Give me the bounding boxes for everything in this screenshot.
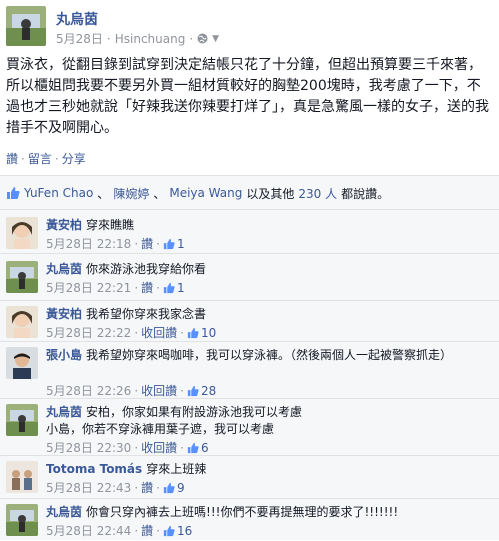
post-meta: 5月28日 · Hsinchuang · ▼ [56,30,220,47]
comment-body: 你來游泳池我穿給你看 [86,262,207,276]
comment-meta: 5月28日 22:30 · 收回讚 · 6 [46,439,209,456]
comment-meta: 5月28日 22:26 · 收回讚 · 28 [46,382,217,399]
like-link[interactable]: 讚 [6,152,18,166]
likes-summary: YuFen Chao、 陳婉婷、 Meiya Wang 以及其他 230 人都說… [6,184,389,202]
comment-unlike-link[interactable]: 收回讚 [141,439,177,456]
comment-like-count[interactable]: 9 [163,481,185,495]
comment-body: 你會只穿內褲去上班嗎!!!你們不要再提無理的要求了!!!!!!! [86,505,399,519]
commenter-avatar[interactable] [6,461,38,493]
comment-like-count[interactable]: 1 [163,237,185,251]
feedback-section: YuFen Chao、 陳婉婷、 Meiya Wang 以及其他 230 人都說… [0,175,499,540]
comment: 張小島 我希望妳穿來喝咖啡，我可以穿泳褲。（然後兩個人一起被警察抓走） 5月28日… [0,341,499,399]
comment: 黃安柏 穿來瞧瞧 5月28日 22:18 · 讚 · 1 [0,209,499,254]
comment-like-count[interactable]: 6 [187,441,209,455]
post-actions: 讚 · 留言 · 分享 [6,152,86,166]
comment-body: 安柏，你家如果有附設游泳池我可以考慮 [86,405,303,419]
comment-timestamp[interactable]: 5月28日 22:21 [46,279,131,296]
globe-icon[interactable] [197,33,208,44]
comment-text: 丸烏茵 你會只穿內褲去上班嗎!!!你們不要再提無理的要求了!!!!!!! [46,504,491,521]
post-date[interactable]: 5月28日 [56,30,103,47]
thumbs-up-icon [187,442,199,453]
comment: 丸烏茵 安柏，你家如果有附設游泳池我可以考慮 小島，你若不穿泳褲用葉子遮，我可以考… [0,398,499,456]
commenter-name[interactable]: 丸烏茵 [46,262,82,276]
author-avatar[interactable] [6,6,46,46]
comment-timestamp[interactable]: 5月28日 22:22 [46,324,131,341]
comment-timestamp[interactable]: 5月28日 22:44 [46,522,131,539]
comment: Totoma Tomás 穿來上班辣 5月28日 22:43 · 讚 · 9 [0,455,499,499]
chevron-down-icon[interactable]: ▼ [212,34,219,44]
post-location[interactable]: Hsinchuang [115,32,186,46]
commenter-avatar[interactable] [6,347,38,379]
post-header: 丸烏茵 5月28日 · Hsinchuang · ▼ [6,6,496,48]
post-body-text: 買泳衣，從翻目錄到試穿到決定結帳只花了十分鐘，但超出預算要三千來著，所以櫃姐問我… [6,57,489,136]
commenter-avatar[interactable] [6,404,38,436]
comment-meta: 5月28日 22:21 · 讚 · 1 [46,279,185,296]
thumbs-up-icon [163,482,175,493]
comment-like-count[interactable]: 28 [187,384,216,398]
comment-like-link[interactable]: 讚 [141,479,153,496]
comment-timestamp[interactable]: 5月28日 22:18 [46,235,131,252]
thumbs-up-icon [163,282,175,293]
comment-text: 張小島 我希望妳穿來喝咖啡，我可以穿泳褲。（然後兩個人一起被警察抓走） [46,347,491,364]
comment-text: 丸烏茵 你來游泳池我穿給你看 [46,261,491,278]
commenter-name[interactable]: 張小島 [46,348,82,362]
comment-link[interactable]: 留言 [28,152,52,166]
likes-others-count[interactable]: 230 人 [298,185,337,202]
comment-like-link[interactable]: 讚 [141,522,153,539]
thumbs-up-icon [187,327,199,338]
comment-like-link[interactable]: 讚 [141,279,153,296]
comment-body: 我希望你穿來我家念書 [86,307,207,321]
liker-name[interactable]: YuFen Chao [24,186,93,200]
comment-text: 黃安柏 我希望你穿來我家念書 [46,306,491,323]
likes-others-prefix: 以及其他 [246,186,295,201]
comment-body: 我希望妳穿來喝咖啡，我可以穿泳褲。（然後兩個人一起被警察抓走） [86,348,453,362]
comment-like-count[interactable]: 1 [163,281,185,295]
comment-body: 穿來瞧瞧 [86,218,135,232]
comment-text: Totoma Tomás 穿來上班辣 [46,461,491,478]
commenter-name[interactable]: 黃安柏 [46,218,82,232]
comment-meta: 5月28日 22:43 · 讚 · 9 [46,479,185,496]
commenter-avatar[interactable] [6,261,38,293]
comment: 丸烏茵 你來游泳池我穿給你看 5月28日 22:21 · 讚 · 1 [0,253,499,301]
likes-suffix: 都說讚。 [341,186,390,201]
post-author-name[interactable]: 丸烏茵 [56,9,98,29]
comment-like-count[interactable]: 16 [163,524,192,538]
liker-name[interactable]: 陳婉婷 [113,185,149,202]
commenter-avatar[interactable] [6,306,38,338]
comment-timestamp[interactable]: 5月28日 22:30 [46,439,131,456]
comment-timestamp[interactable]: 5月28日 22:26 [46,382,131,399]
comment-unlike-link[interactable]: 收回讚 [141,382,177,399]
comment-text: 丸烏茵 安柏，你家如果有附設游泳池我可以考慮 小島，你若不穿泳褲用葉子遮，我可以考… [46,404,491,438]
thumbs-up-icon [6,186,20,200]
comment-timestamp[interactable]: 5月28日 22:43 [46,479,131,496]
commenter-name[interactable]: 黃安柏 [46,307,82,321]
thumbs-up-icon [163,525,175,536]
comment-meta: 5月28日 22:18 · 讚 · 1 [46,235,185,252]
comment-meta: 5月28日 22:22 · 收回讚 · 10 [46,324,217,341]
comment: 黃安柏 我希望你穿來我家念書 5月28日 22:22 · 收回讚 · 10 [0,300,499,342]
commenter-name[interactable]: 丸烏茵 [46,505,82,519]
thumbs-up-icon [163,238,175,249]
comment-meta: 5月28日 22:44 · 讚 · 16 [46,522,193,539]
comment: 丸烏茵 你會只穿內褲去上班嗎!!!你們不要再提無理的要求了!!!!!!! 5月28… [0,498,499,541]
comment-body: 小島，你若不穿泳褲用葉子遮，我可以考慮 [46,422,275,436]
commenter-name[interactable]: 丸烏茵 [46,405,82,419]
share-link[interactable]: 分享 [62,152,86,166]
commenter-name[interactable]: Totoma Tomás [46,462,142,476]
comment-like-count[interactable]: 10 [187,326,216,340]
comment-body: 穿來上班辣 [146,462,207,476]
comment-unlike-link[interactable]: 收回讚 [141,324,177,341]
liker-name[interactable]: Meiya Wang [169,186,242,200]
comment-like-link[interactable]: 讚 [141,235,153,252]
thumbs-up-icon [187,385,199,396]
commenter-avatar[interactable] [6,504,38,536]
comment-text: 黃安柏 穿來瞧瞧 [46,217,491,234]
commenter-avatar[interactable] [6,217,38,249]
